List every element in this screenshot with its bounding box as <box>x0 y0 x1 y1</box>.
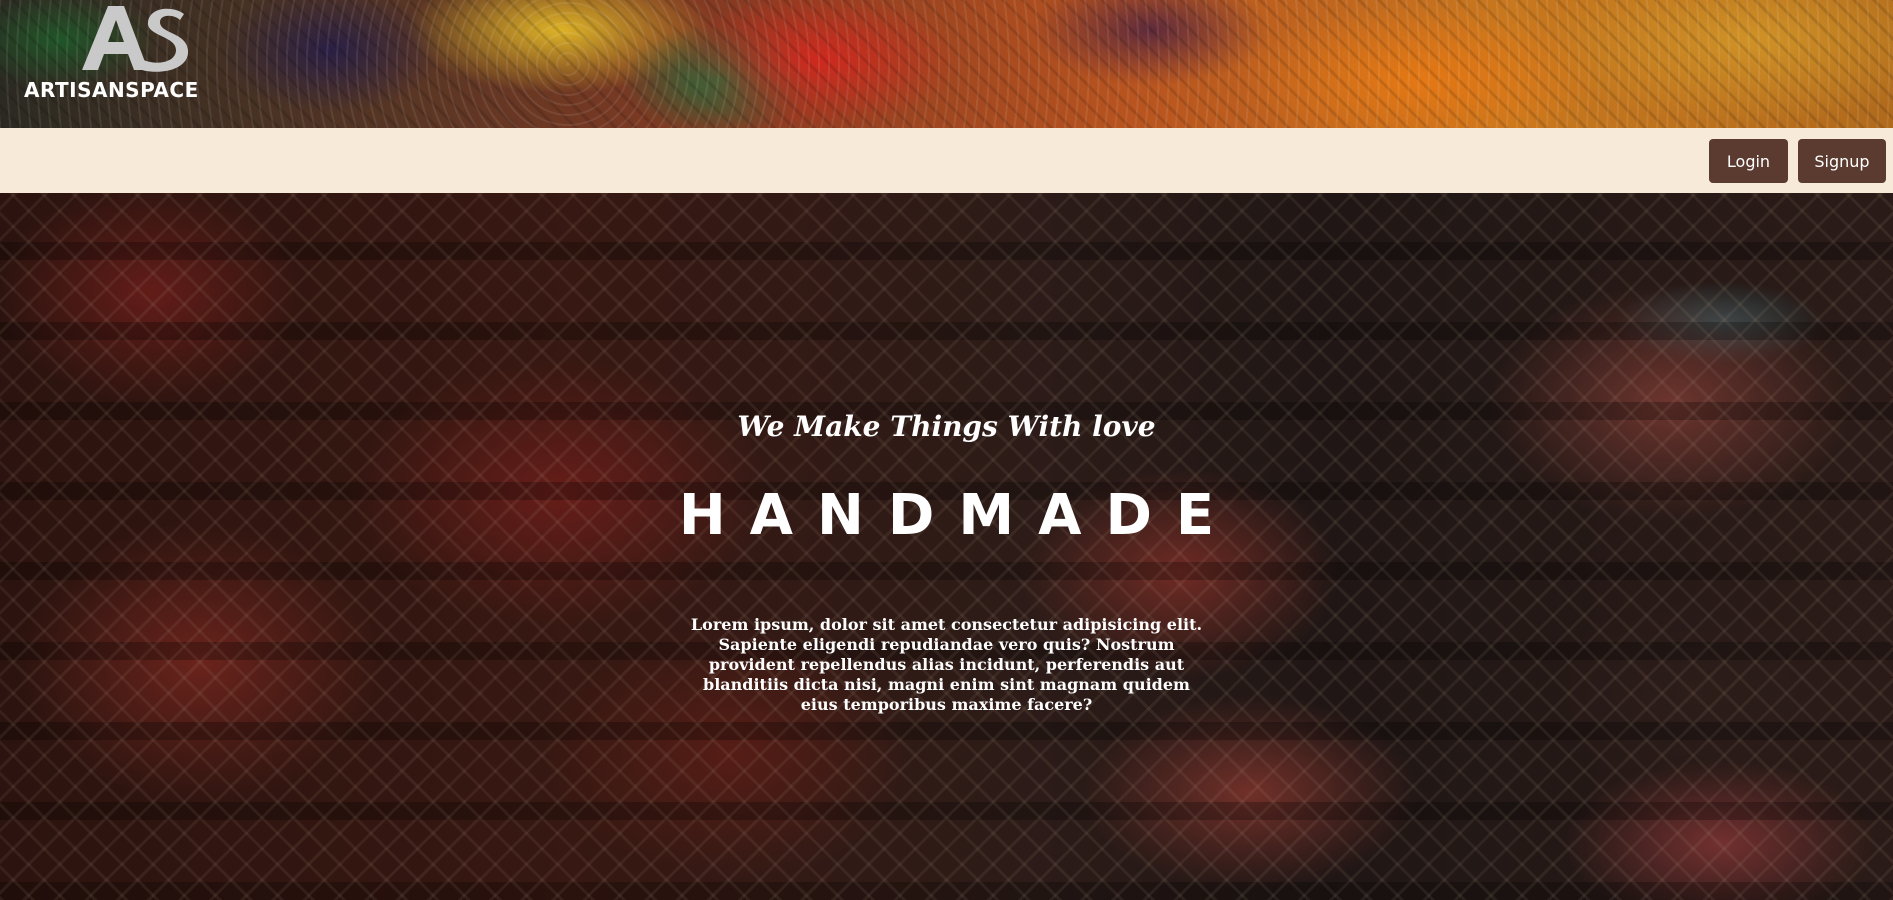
hero-description: Lorem ipsum, dolor sit amet consectetur … <box>690 615 1203 714</box>
nav-bar: Login Signup <box>0 128 1893 193</box>
header-banner: ARTISANSPACE <box>0 0 1893 128</box>
brand-name: ARTISANSPACE <box>24 78 199 102</box>
hero-headline: HANDMADE <box>678 483 1239 548</box>
hero-tagline: We Make Things With love <box>737 410 1156 443</box>
as-monogram-logo-icon <box>82 6 188 72</box>
brand-logo[interactable]: ARTISANSPACE <box>24 4 224 104</box>
signup-button[interactable]: Signup <box>1798 139 1886 183</box>
login-button[interactable]: Login <box>1709 139 1788 183</box>
hero-section: We Make Things With love HANDMADE Lorem … <box>0 193 1893 900</box>
header-banner-image <box>0 0 1893 128</box>
